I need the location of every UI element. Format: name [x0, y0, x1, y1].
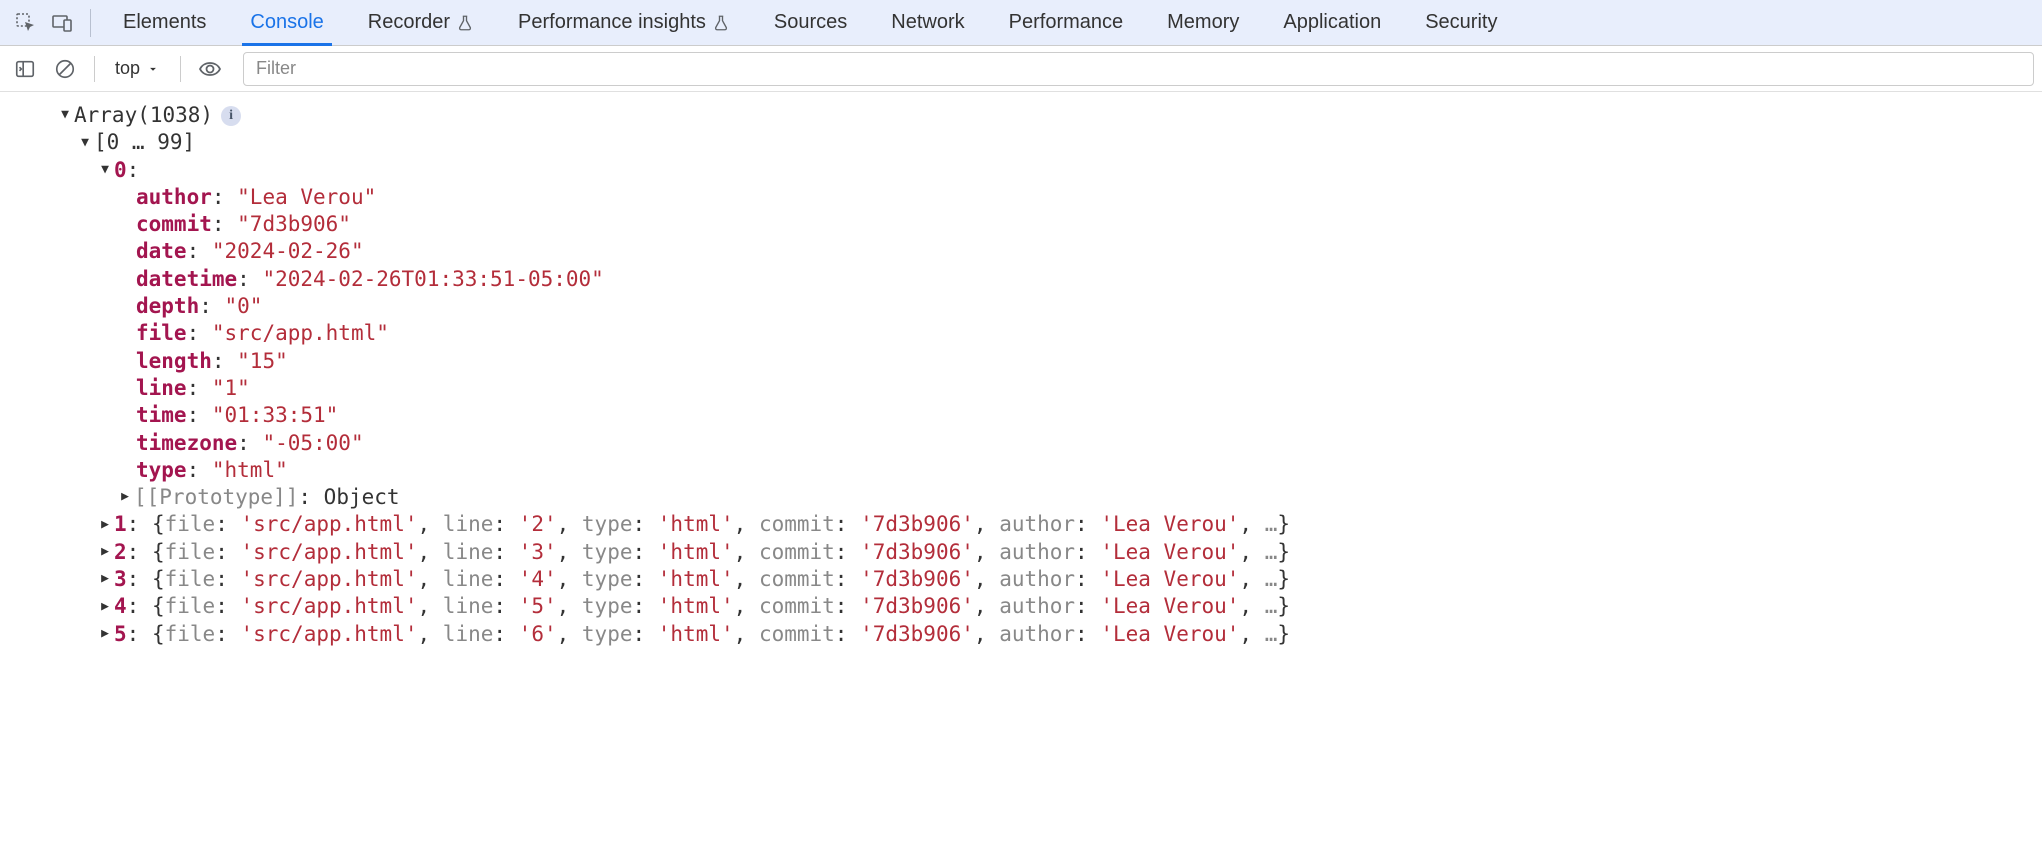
prop-file[interactable]: file: "src/app.html" [10, 320, 2042, 347]
execution-context-select[interactable]: top [107, 54, 168, 83]
prop-time[interactable]: time: "01:33:51" [10, 402, 2042, 429]
expand-caret-icon[interactable] [96, 571, 114, 588]
prop-type[interactable]: type: "html" [10, 457, 2042, 484]
tab-performance[interactable]: Performance [987, 0, 1146, 46]
flask-icon [712, 14, 730, 32]
expand-caret-icon[interactable] [96, 626, 114, 643]
tab-application[interactable]: Application [1261, 0, 1403, 46]
expand-caret-icon[interactable] [56, 107, 74, 124]
prop-author[interactable]: author: "Lea Verou" [10, 184, 2042, 211]
array-root[interactable]: Array(1038) i [10, 102, 2042, 129]
divider [180, 56, 181, 82]
array-range[interactable]: [0 … 99] [10, 129, 2042, 156]
array-index-row[interactable]: 5: {file: 'src/app.html', line: '6', typ… [10, 621, 2042, 648]
array-index-row[interactable]: 1: {file: 'src/app.html', line: '2', typ… [10, 511, 2042, 538]
tab-network[interactable]: Network [869, 0, 986, 46]
prop-commit[interactable]: commit: "7d3b906" [10, 211, 2042, 238]
expand-caret-icon[interactable] [96, 599, 114, 616]
flask-icon [456, 14, 474, 32]
prop-depth[interactable]: depth: "0" [10, 293, 2042, 320]
chevron-down-icon [146, 62, 160, 76]
divider [94, 56, 95, 82]
live-expression-icon[interactable] [193, 52, 227, 86]
tab-sources[interactable]: Sources [752, 0, 869, 46]
tab-memory[interactable]: Memory [1145, 0, 1261, 46]
tab-elements[interactable]: Elements [101, 0, 228, 46]
expand-caret-icon[interactable] [96, 162, 114, 179]
tab-security[interactable]: Security [1403, 0, 1519, 46]
expand-caret-icon[interactable] [76, 135, 94, 152]
expand-caret-icon[interactable] [96, 517, 114, 534]
prop-datetime[interactable]: datetime: "2024-02-26T01:33:51-05:00" [10, 266, 2042, 293]
tab-performance-insights[interactable]: Performance insights [496, 0, 752, 46]
array-index-row[interactable]: 3: {file: 'src/app.html', line: '4', typ… [10, 566, 2042, 593]
filter-input[interactable] [243, 52, 2034, 86]
inspect-icon[interactable] [8, 5, 44, 41]
info-icon[interactable]: i [221, 106, 241, 126]
prop-line[interactable]: line: "1" [10, 375, 2042, 402]
tab-console[interactable]: Console [228, 0, 345, 46]
divider [90, 9, 91, 37]
prop-timezone[interactable]: timezone: "-05:00" [10, 430, 2042, 457]
sidebar-toggle-icon[interactable] [8, 52, 42, 86]
device-toggle-icon[interactable] [44, 5, 80, 41]
clear-console-icon[interactable] [48, 52, 82, 86]
array-index-row[interactable]: 2: {file: 'src/app.html', line: '3', typ… [10, 539, 2042, 566]
array-index-row[interactable]: 4: {file: 'src/app.html', line: '5', typ… [10, 593, 2042, 620]
expand-caret-icon[interactable] [96, 544, 114, 561]
console-output: Array(1038) i [0 … 99] 0: author: "Lea V… [0, 92, 2042, 648]
devtools-tab-bar: Elements Console Recorder Performance in… [0, 0, 2042, 46]
prototype-row[interactable]: [[Prototype]]: Object [10, 484, 2042, 511]
prop-date[interactable]: date: "2024-02-26" [10, 238, 2042, 265]
expand-caret-icon[interactable] [116, 489, 134, 506]
console-toolbar: top [0, 46, 2042, 92]
tab-recorder[interactable]: Recorder [346, 0, 496, 46]
array-index-0[interactable]: 0: [10, 157, 2042, 184]
prop-length[interactable]: length: "15" [10, 348, 2042, 375]
